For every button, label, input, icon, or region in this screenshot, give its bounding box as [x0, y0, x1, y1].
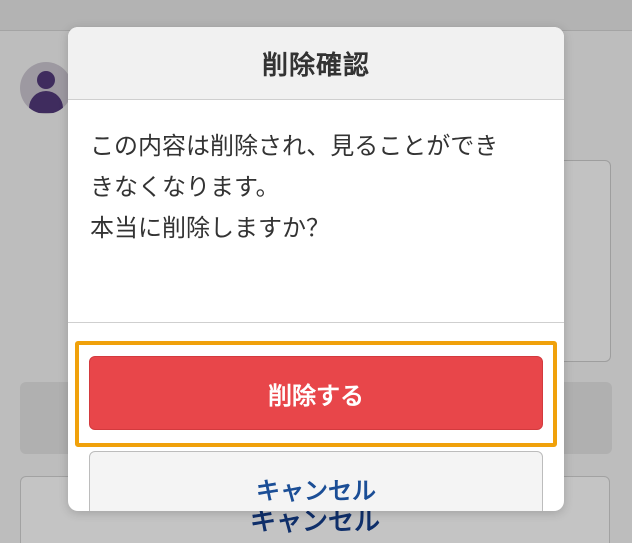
avatar-person-icon: [37, 71, 55, 89]
dialog-actions: 削除する キャンセル: [68, 323, 564, 511]
dialog-message-line: きなくなります。: [90, 173, 280, 201]
dialog-header: 削除確認: [68, 27, 564, 100]
dialog-message: この内容は削除され、見ることができ きなくなります。 本当に削除しますか？: [68, 100, 564, 323]
background-gray-panel: [20, 382, 68, 454]
dialog-message-line: 本当に削除しますか？: [90, 214, 330, 242]
delete-confirm-dialog: 削除確認 この内容は削除され、見ることができ きなくなります。 本当に削除します…: [68, 27, 564, 511]
cancel-button[interactable]: キャンセル: [89, 451, 543, 511]
dialog-title: 削除確認: [261, 50, 370, 81]
dialog-message-line: この内容は削除され、見ることができ: [90, 132, 499, 160]
user-avatar: [20, 62, 72, 114]
background-gray-panel: [564, 382, 612, 454]
delete-button[interactable]: 削除する: [89, 356, 543, 430]
background-card: [560, 160, 611, 362]
